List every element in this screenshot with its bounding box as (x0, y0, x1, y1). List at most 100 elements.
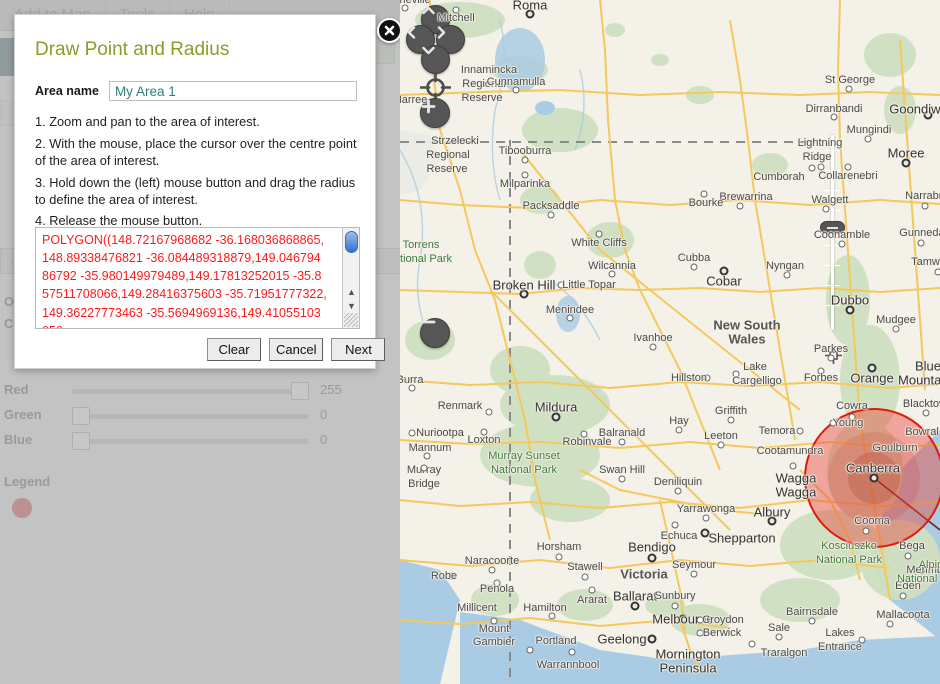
map-place-marker[interactable] (589, 587, 596, 594)
map-place-marker[interactable] (697, 617, 704, 624)
map-place-marker[interactable] (527, 647, 534, 654)
clear-button[interactable]: Clear (207, 338, 261, 361)
map-place-marker[interactable] (790, 463, 797, 470)
zoom-slider-handle[interactable] (820, 221, 845, 234)
map-place-marker[interactable] (691, 264, 698, 271)
map-place-marker[interactable] (776, 634, 783, 641)
zoom-in-button[interactable] (420, 98, 450, 128)
map-place-marker[interactable] (549, 613, 556, 620)
map-place-marker[interactable] (703, 515, 710, 522)
map-place-marker[interactable] (704, 375, 711, 382)
map-place-marker[interactable] (918, 240, 925, 247)
map-place-marker[interactable] (494, 580, 501, 587)
map-place-marker[interactable] (648, 635, 657, 644)
map-place-marker[interactable] (720, 267, 729, 276)
map-place-marker[interactable] (569, 649, 576, 656)
map-place-marker[interactable] (733, 371, 740, 378)
map-place-marker[interactable] (809, 165, 816, 172)
map-place-marker[interactable] (648, 554, 657, 563)
map-place-marker[interactable] (679, 615, 688, 624)
map-place-marker[interactable] (905, 553, 912, 560)
map-place-marker[interactable] (919, 567, 926, 574)
map-place-marker[interactable] (868, 364, 877, 373)
map-place-marker[interactable] (526, 10, 535, 19)
map-place-marker[interactable] (675, 488, 682, 495)
map-place-marker[interactable] (865, 136, 872, 143)
map-place-marker[interactable] (870, 474, 879, 483)
scrollbar-thumb[interactable] (345, 231, 358, 253)
map-place-marker[interactable] (522, 157, 529, 164)
map-place-marker[interactable] (548, 212, 555, 219)
map-place-marker[interactable] (513, 87, 520, 94)
map-place-marker[interactable] (845, 164, 852, 171)
map-place-marker[interactable] (846, 306, 855, 315)
map-place-marker[interactable] (609, 271, 616, 278)
map-place-marker[interactable] (582, 574, 589, 581)
next-button[interactable]: Next (331, 338, 385, 361)
map-place-marker[interactable] (828, 355, 835, 362)
map-place-marker[interactable] (923, 410, 930, 417)
zoom-out-button[interactable] (420, 318, 450, 348)
map-place-marker[interactable] (596, 231, 603, 238)
map-place-marker[interactable] (409, 385, 416, 392)
map-place-marker[interactable] (830, 420, 837, 427)
map-place-marker[interactable] (556, 554, 563, 561)
map-place-marker[interactable] (887, 621, 894, 628)
map-place-marker[interactable] (619, 476, 626, 483)
map-place-marker[interactable] (567, 315, 574, 322)
map-canvas[interactable]: Conservation ParkQuilpieCharlevilleRomaM… (400, 0, 940, 684)
area-name-input[interactable] (109, 81, 357, 101)
map-place-marker[interactable] (691, 571, 698, 578)
map-place-marker[interactable] (449, 573, 456, 580)
map-place-marker[interactable] (737, 203, 744, 210)
polygon-wkt-textarea[interactable]: POLYGON((148.72167968682 -36.16803686886… (35, 227, 360, 329)
map-place-marker[interactable] (849, 414, 856, 421)
map-place-marker[interactable] (701, 191, 708, 198)
map-place-marker[interactable] (818, 368, 825, 375)
map-place-marker[interactable] (768, 517, 777, 526)
map-place-marker[interactable] (839, 241, 846, 248)
cancel-button[interactable]: Cancel (269, 338, 323, 361)
map-place-marker[interactable] (522, 172, 529, 179)
map-place-marker[interactable] (552, 413, 561, 422)
map-place-marker[interactable] (922, 203, 929, 210)
map-place-marker[interactable] (902, 159, 911, 168)
map-place-marker[interactable] (631, 602, 640, 611)
map-place-marker[interactable] (818, 164, 825, 171)
map-place-marker[interactable] (931, 429, 938, 436)
map-place-marker[interactable] (893, 326, 900, 333)
map-place-marker[interactable] (486, 409, 493, 416)
map-place-marker[interactable] (489, 567, 496, 574)
map-place-marker[interactable] (672, 603, 679, 610)
map-place-marker[interactable] (409, 430, 416, 437)
resize-grip-icon[interactable] (344, 313, 358, 327)
map-place-marker[interactable] (728, 417, 735, 424)
map-place-marker[interactable] (846, 86, 853, 93)
map-place-marker[interactable] (797, 428, 804, 435)
map-place-marker[interactable] (697, 630, 704, 637)
map-place-marker[interactable] (421, 465, 428, 472)
map-place-marker[interactable] (650, 344, 657, 351)
map-place-marker[interactable] (676, 427, 683, 434)
map-place-marker[interactable] (619, 439, 626, 446)
map-place-marker[interactable] (809, 618, 816, 625)
map-place-marker[interactable] (491, 618, 498, 625)
map-place-marker[interactable] (481, 429, 488, 436)
map-place-marker[interactable] (900, 593, 907, 600)
map-place-marker[interactable] (823, 206, 830, 213)
map-place-marker[interactable] (701, 529, 710, 538)
map-place-marker[interactable] (520, 290, 529, 299)
map-place-marker[interactable] (471, 604, 478, 611)
map-place-marker[interactable] (749, 641, 756, 648)
map-place-marker[interactable] (424, 453, 431, 460)
scroll-down-icon[interactable]: ▼ (345, 300, 358, 313)
map-place-marker[interactable] (831, 114, 838, 121)
map-place-marker[interactable] (453, 7, 460, 14)
map-place-marker[interactable] (924, 111, 933, 120)
map-place-marker[interactable] (859, 637, 866, 644)
map-place-marker[interactable] (581, 431, 588, 438)
map-place-marker[interactable] (935, 269, 940, 276)
map-place-marker[interactable] (898, 445, 905, 452)
map-place-marker[interactable] (784, 272, 791, 279)
map-place-marker[interactable] (863, 528, 870, 535)
